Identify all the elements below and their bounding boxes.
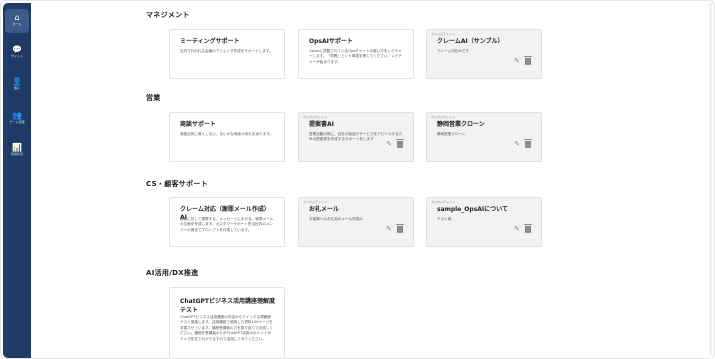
card-title: お礼メール	[309, 206, 340, 213]
custom-chat-card[interactable]: カスタムチャット お礼メール お客様へのお礼用のメール作成AI ✎	[298, 197, 414, 247]
edit-icon[interactable]: ✎	[513, 57, 521, 65]
card-title: 提案書AI	[309, 121, 334, 128]
trash-icon[interactable]	[396, 139, 404, 148]
sidebar-item-label: チャット	[11, 54, 23, 58]
sidebar-item-label: 利用状況	[10, 152, 23, 156]
trash-icon[interactable]	[524, 224, 532, 233]
edit-icon[interactable]: ✎	[513, 225, 521, 233]
card-title: OpsAIサポート	[309, 38, 353, 45]
card-description: テスト用	[437, 217, 452, 221]
custom-chat-tag: カスタムチャット	[303, 200, 327, 204]
card-title: ChatGPTビジネス活用講座理解度テスト	[180, 298, 276, 314]
section-title-sales: 営業	[146, 94, 161, 102]
sidebar-item-label: ホーム	[12, 22, 22, 26]
card-actions: ✎	[385, 224, 404, 233]
card-title: クレームAI（サンプル）	[437, 38, 504, 45]
card-title: sample_OpsAIについて	[437, 206, 508, 213]
card-description: クレーム対応AIです	[437, 49, 470, 53]
card-description: 商談目的に導入しない、ないかな商談の流れをぬります。	[180, 132, 274, 136]
custom-chat-card[interactable]: カスタムチャット sample_OpsAIについて テスト用 ✎	[426, 197, 542, 247]
sidebar-item-usage[interactable]: 📊 利用状況	[3, 143, 31, 156]
chat-card[interactable]: OpsAIサポート OpsAIに搭載されているOpsチャットの使い方をレクチャー…	[298, 29, 414, 79]
sidebar: ⌂ ホーム 💬 チャット 👤 個人 👥 チーム管理 📊 利用状況	[3, 3, 31, 358]
user-icon: 👤	[12, 77, 22, 86]
card-description: お客様へのお礼用のメール作成AI	[309, 217, 363, 221]
custom-chat-card[interactable]: カスタムチャット クレームAI（サンプル） クレーム対応AIです ✎	[426, 29, 542, 79]
card-description: 顧客に対して謝罪する、メッセージにおける、謝罪メールの文面を作成します。カスタマ…	[180, 217, 274, 232]
sidebar-item-chat[interactable]: 💬 チャット	[3, 45, 31, 58]
chat-card[interactable]: ミーティングサポート 社内で行われる会議のアジェンダ作成をサポートします。	[169, 29, 285, 79]
sidebar-item-home[interactable]: ⌂ ホーム	[5, 9, 29, 33]
custom-chat-card[interactable]: カスタムチャット 静岡営業クローン 静岡営業クローン ✎	[426, 112, 542, 162]
card-actions: ✎	[513, 224, 532, 233]
home-icon: ⌂	[14, 13, 20, 22]
team-icon: 👥	[12, 111, 22, 120]
card-description: 静岡営業クローン	[437, 132, 466, 136]
edit-icon[interactable]: ✎	[385, 140, 393, 148]
chat-icon: 💬	[12, 45, 22, 54]
custom-chat-tag: カスタムチャット	[303, 115, 327, 119]
chat-card[interactable]: ChatGPTビジネス活用講座理解度テスト ChatGPTビジネス活用講座の内容…	[169, 287, 285, 358]
sidebar-item-team[interactable]: 👥 チーム管理	[3, 111, 31, 124]
edit-icon[interactable]: ✎	[385, 225, 393, 233]
card-actions: ✎	[513, 56, 532, 65]
custom-chat-tag: カスタムチャット	[431, 32, 455, 36]
card-description: 社内で行われる会議のアジェンダ作成をサポートします。	[180, 49, 273, 53]
chart-icon: 📊	[12, 143, 22, 152]
trash-icon[interactable]	[524, 139, 532, 148]
trash-icon[interactable]	[524, 56, 532, 65]
card-description: OpsAIに搭載されているOpsチャットの使い方をレクチャーします。「質問」とい…	[309, 49, 402, 64]
custom-chat-tag: カスタムチャット	[431, 115, 455, 119]
chat-card[interactable]: クレーム対応（謝罪メール作成）AI 顧客に対して謝罪する、メッセージにおける、謝…	[169, 197, 285, 247]
sidebar-item-label: 個人	[13, 86, 20, 90]
chat-card[interactable]: 商談サポート 商談目的に導入しない、ないかな商談の流れをぬります。	[169, 112, 285, 162]
custom-chat-card[interactable]: カスタムチャット 提案書AI 営業活動の際に、自社の製品やサービスをアピールする…	[298, 112, 414, 162]
app-window: ⌂ ホーム 💬 チャット 👤 個人 👥 チーム管理 📊 利用状況 マネジメント …	[0, 0, 715, 359]
card-title: 商談サポート	[180, 121, 217, 128]
section-title-customer-support: CS・顧客サポート	[146, 180, 209, 188]
card-title: 静岡営業クローン	[437, 121, 485, 128]
trash-icon[interactable]	[396, 224, 404, 233]
card-description: ChatGPTビジネス活用講座の内容からクイックな理解度テスト実施します。活用講…	[180, 315, 274, 341]
section-title-management: マネジメント	[146, 11, 190, 19]
sidebar-item-personal[interactable]: 👤 個人	[3, 77, 31, 90]
main-content: マネジメント ミーティングサポート 社内で行われる会議のアジェンダ作成をサポート…	[31, 1, 714, 358]
section-title-ai-dx: AI活用/DX推進	[146, 269, 199, 277]
custom-chat-tag: カスタムチャット	[431, 200, 455, 204]
edit-icon[interactable]: ✎	[513, 140, 521, 148]
card-actions: ✎	[385, 139, 404, 148]
card-title: ミーティングサポート	[180, 38, 240, 45]
card-actions: ✎	[513, 139, 532, 148]
sidebar-item-label: チーム管理	[9, 120, 25, 124]
